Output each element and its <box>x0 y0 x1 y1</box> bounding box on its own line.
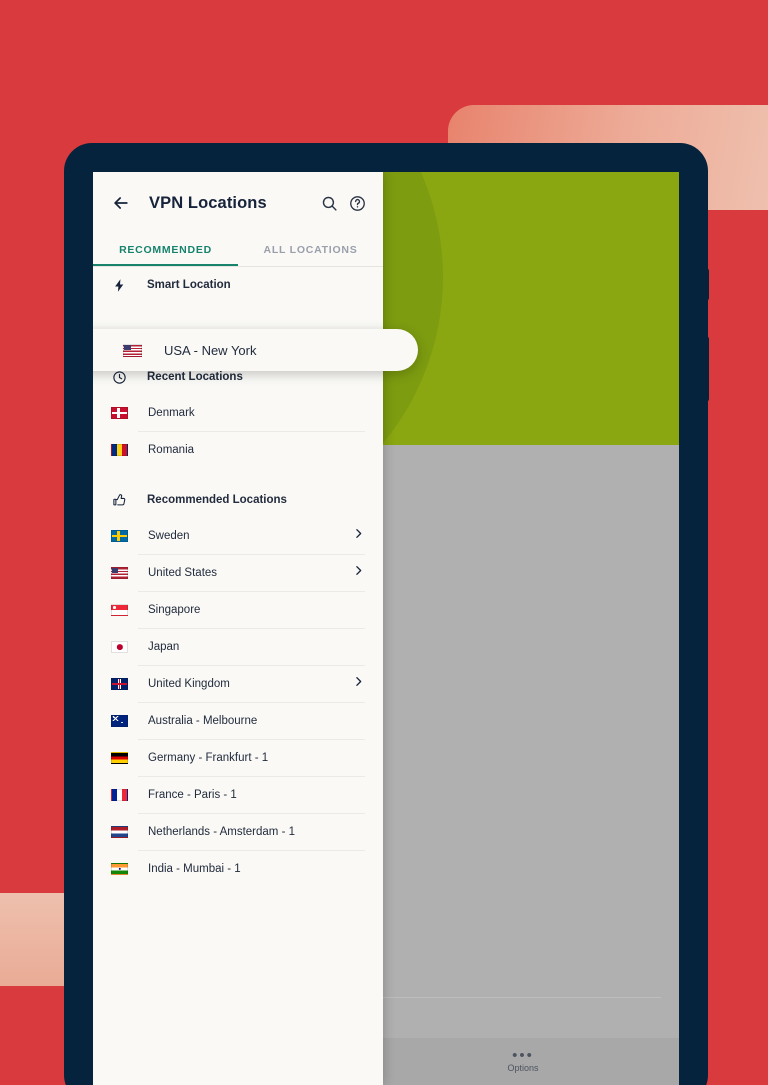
location-name: Romania <box>148 444 195 456</box>
flag-icon-gb <box>111 678 128 690</box>
selected-location-label: USA - New York <box>164 342 257 358</box>
tablet-screen: nected ••• Recent Location Japan - Tokyo… <box>93 172 679 1085</box>
flag-icon-jp <box>111 641 128 653</box>
location-name: Germany - Frankfurt - 1 <box>148 752 269 764</box>
location-item-united-kingdom[interactable]: United Kingdom <box>93 666 383 702</box>
thumbs-up-icon <box>111 492 127 508</box>
page-title: VPN Locations <box>149 193 267 212</box>
help-circle-icon[interactable] <box>349 195 366 212</box>
flag-icon-dk <box>111 407 128 419</box>
section-title: Smart Location <box>147 279 231 291</box>
background-panel-bottom-left <box>0 893 66 986</box>
location-name: Australia - Melbourne <box>148 715 258 727</box>
location-item-australia-melbourne[interactable]: Australia - Melbourne <box>93 703 383 739</box>
location-item-sweden[interactable]: Sweden <box>93 518 383 554</box>
location-name: France - Paris - 1 <box>148 789 237 801</box>
flag-icon-nl <box>111 826 128 838</box>
location-name: Japan <box>148 641 180 653</box>
location-name: Singapore <box>148 604 201 616</box>
flag-icon-in <box>111 863 128 875</box>
location-item-romania[interactable]: Romania <box>93 432 383 468</box>
section-header-recommended-locations: Recommended Locations <box>93 482 383 518</box>
location-name: India - Mumbai - 1 <box>148 863 241 875</box>
location-item-france-paris-1[interactable]: France - Paris - 1 <box>93 777 383 813</box>
flag-icon-us <box>123 343 142 357</box>
bottom-nav-options-label: Options <box>507 1062 539 1073</box>
flag-icon-de <box>111 752 128 764</box>
chevron-right-icon <box>356 677 362 686</box>
location-name: Netherlands - Amsterdam - 1 <box>148 826 296 838</box>
vpn-locations-panel: VPN Locations RECOMMENDED ALL LOCATIONS … <box>93 172 383 1085</box>
panel-header: VPN Locations <box>93 172 383 234</box>
locations-list[interactable]: Smart Location Recent Locations Denmark Rom… <box>93 267 383 1085</box>
header-icon-group <box>321 195 366 212</box>
location-item-japan[interactable]: Japan <box>93 629 383 665</box>
flag-icon-us <box>111 567 128 579</box>
location-name: United Kingdom <box>148 678 230 690</box>
selected-location-pill[interactable]: USA - New York <box>93 329 418 371</box>
clock-icon <box>111 369 127 385</box>
flag-icon-ro <box>111 444 128 456</box>
flag-icon-au <box>111 715 128 727</box>
tablet-side-button-bottom[interactable] <box>704 336 709 402</box>
tab-recommended[interactable]: RECOMMENDED <box>93 234 238 266</box>
tab-all-locations[interactable]: ALL LOCATIONS <box>238 234 383 266</box>
back-arrow-icon[interactable] <box>111 193 131 213</box>
location-item-united-states[interactable]: United States <box>93 555 383 591</box>
location-item-singapore[interactable]: Singapore <box>93 592 383 628</box>
location-name: Sweden <box>148 530 190 542</box>
chevron-right-icon[interactable] <box>352 675 365 693</box>
panel-tabs: RECOMMENDED ALL LOCATIONS <box>93 234 383 266</box>
location-name: United States <box>148 567 218 579</box>
location-item-germany-frankfurt-1[interactable]: Germany - Frankfurt - 1 <box>93 740 383 776</box>
flag-icon-se <box>111 530 128 542</box>
chevron-right-icon <box>356 566 362 575</box>
search-icon[interactable] <box>321 195 338 212</box>
section-title: Recent Locations <box>147 371 243 383</box>
flag-icon-sg <box>111 604 128 616</box>
section-header-smart-location: Smart Location <box>93 267 383 303</box>
location-item-netherlands-amsterdam-1[interactable]: Netherlands - Amsterdam - 1 <box>93 814 383 850</box>
location-name: Denmark <box>148 407 195 419</box>
chevron-right-icon <box>356 529 362 538</box>
location-item-denmark[interactable]: Denmark <box>93 395 383 431</box>
more-dots-icon: ••• <box>512 1046 534 1064</box>
bottom-nav-options[interactable]: ••• Options <box>367 1046 679 1073</box>
flag-icon-fr <box>111 789 128 801</box>
tablet-side-button-top[interactable] <box>704 268 709 301</box>
lightning-bolt-icon <box>111 277 127 293</box>
section-title: Recommended Locations <box>147 494 287 506</box>
chevron-right-icon[interactable] <box>352 527 365 545</box>
chevron-right-icon[interactable] <box>352 564 365 582</box>
location-item-india-mumbai-1[interactable]: India - Mumbai - 1 <box>93 851 383 887</box>
